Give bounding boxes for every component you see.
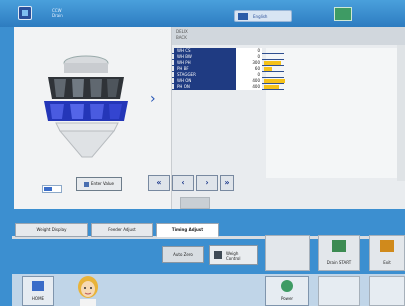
- blank-button: [369, 276, 405, 306]
- keypad-icon: [84, 181, 89, 187]
- operator-avatar: [78, 276, 98, 306]
- home-icon: [32, 281, 44, 291]
- power-label: Power: [280, 296, 294, 301]
- table-rows: WH CS 0 WH BW 0 WH PH 300 PH BF 60 STAGGER 0 …: [172, 48, 285, 90]
- last-page-button[interactable]: »: [220, 175, 234, 191]
- tab-feeder-adjust[interactable]: Feeder Adjust: [91, 223, 153, 237]
- flag-icon: [238, 13, 248, 20]
- next-page-button[interactable]: ›: [196, 175, 218, 191]
- model-label: CCW Drain: [52, 8, 63, 18]
- scrollbar[interactable]: [397, 45, 405, 181]
- exit-label: Exit: [383, 260, 391, 265]
- enter-value-label: Enter Value: [91, 181, 114, 186]
- row-bar: [264, 67, 272, 71]
- blank-button: [318, 276, 360, 306]
- weigh-control-icon: [214, 251, 222, 259]
- weigh-control-label: Weigh Control: [226, 251, 241, 261]
- row-bar: [264, 85, 279, 89]
- language-label: English: [253, 14, 268, 19]
- table-subtitle: BACK: [176, 35, 187, 40]
- exit-button[interactable]: Exit: [369, 235, 405, 271]
- row-bar: [264, 61, 281, 65]
- tab-weight-display[interactable]: Weight Display: [15, 223, 88, 237]
- row-bar: [264, 79, 285, 83]
- weigh-control-button[interactable]: Weigh Control: [209, 245, 258, 265]
- drain-start-label: Drain START: [326, 260, 352, 265]
- power-button[interactable]: Power: [265, 276, 309, 306]
- exit-icon: [380, 240, 394, 252]
- first-page-button[interactable]: «: [148, 175, 170, 191]
- row-value[interactable]: 400: [236, 84, 262, 90]
- disabled-button: [180, 197, 210, 209]
- tab-timing-adjust[interactable]: Timing Adjust: [156, 223, 219, 237]
- prev-page-button[interactable]: ‹: [172, 175, 194, 191]
- row-name: PH ON: [174, 84, 236, 90]
- enter-value-button[interactable]: Enter Value: [76, 177, 122, 191]
- chevron-right-icon[interactable]: ›: [150, 91, 156, 107]
- auto-zero-button[interactable]: Auto Zero: [162, 246, 204, 263]
- table-row[interactable]: PH ON 400: [172, 84, 284, 90]
- page-toggle[interactable]: [42, 185, 62, 193]
- power-icon: [281, 280, 293, 292]
- blank-button: [265, 235, 310, 271]
- language-button[interactable]: English: [234, 10, 292, 22]
- drain-icon: [332, 240, 346, 252]
- home-label: HOME: [31, 296, 45, 301]
- table-chart-area: [266, 48, 405, 178]
- weigher-head-icon: [44, 55, 128, 158]
- drain-start-button[interactable]: Drain START: [318, 235, 360, 271]
- table-header: DELIX BACK: [172, 27, 405, 45]
- app-logo-icon: [18, 6, 32, 20]
- home-button[interactable]: HOME: [22, 276, 54, 306]
- network-icon: [334, 7, 352, 21]
